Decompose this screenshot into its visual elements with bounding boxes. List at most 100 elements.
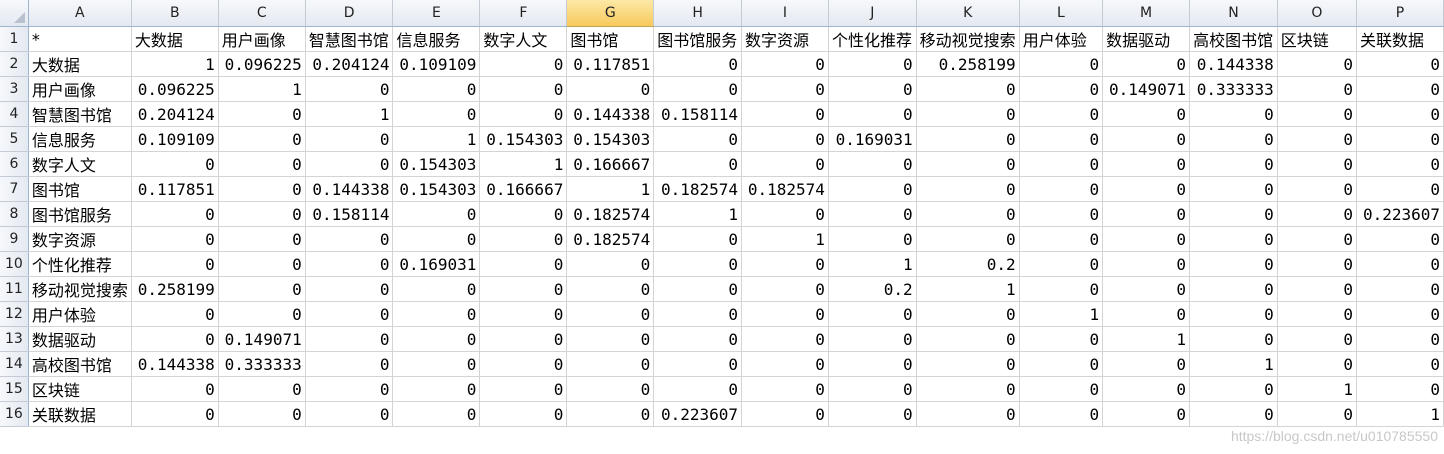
cell-e12[interactable]: 0 [392,301,481,327]
cell-b5[interactable]: 0.109109 [131,126,219,152]
cell-o10[interactable]: 0 [1277,251,1357,277]
cell-e2[interactable]: 0.109109 [392,51,481,77]
cell-d4[interactable]: 1 [305,101,394,127]
cell-m2[interactable]: 0 [1102,51,1191,77]
cell-i9[interactable]: 1 [741,226,829,252]
cell-d10[interactable]: 0 [305,251,394,277]
cell-k11[interactable]: 1 [916,276,1020,302]
cell-f4[interactable]: 0 [479,101,568,127]
cell-a8[interactable]: 图书馆服务 [28,201,132,227]
cell-n14[interactable]: 1 [1189,351,1278,377]
cell-l16[interactable]: 0 [1019,401,1104,427]
cell-k7[interactable]: 0 [916,176,1020,202]
column-header-h[interactable]: H [653,0,742,27]
cell-k16[interactable]: 0 [916,401,1020,427]
cell-j11[interactable]: 0.2 [828,276,917,302]
cell-o15[interactable]: 1 [1277,376,1357,402]
select-all-corner[interactable] [0,0,29,27]
cell-j7[interactable]: 0 [828,176,917,202]
cell-o6[interactable]: 0 [1277,151,1357,177]
cell-l11[interactable]: 0 [1019,276,1104,302]
cell-k13[interactable]: 0 [916,326,1020,352]
cell-m5[interactable]: 0 [1102,126,1191,152]
cell-c12[interactable]: 0 [218,301,306,327]
cell-c1[interactable]: 用户画像 [218,26,306,52]
cell-l1[interactable]: 用户体验 [1019,26,1104,52]
cell-n12[interactable]: 0 [1189,301,1278,327]
row-header-8[interactable]: 8 [0,201,29,227]
cell-d8[interactable]: 0.158114 [305,201,394,227]
cell-m3[interactable]: 0.149071 [1102,76,1191,102]
cell-a6[interactable]: 数字人文 [28,151,132,177]
row-header-11[interactable]: 11 [0,276,29,302]
cell-p7[interactable]: 0 [1356,176,1444,202]
cell-l7[interactable]: 0 [1019,176,1104,202]
cell-f6[interactable]: 1 [479,151,568,177]
cell-i15[interactable]: 0 [741,376,829,402]
cell-c16[interactable]: 0 [218,401,306,427]
cell-g13[interactable]: 0 [566,326,655,352]
cell-b2[interactable]: 1 [131,51,219,77]
cell-c13[interactable]: 0.149071 [218,326,306,352]
column-header-c[interactable]: C [218,0,306,27]
cell-o9[interactable]: 0 [1277,226,1357,252]
cell-f7[interactable]: 0.166667 [479,176,568,202]
cell-e7[interactable]: 0.154303 [392,176,481,202]
cell-j3[interactable]: 0 [828,76,917,102]
cell-j5[interactable]: 0.169031 [828,126,917,152]
cell-a2[interactable]: 大数据 [28,51,132,77]
cell-e8[interactable]: 0 [392,201,481,227]
cell-c10[interactable]: 0 [218,251,306,277]
cell-m16[interactable]: 0 [1102,401,1191,427]
cell-g5[interactable]: 0.154303 [566,126,655,152]
cell-p15[interactable]: 0 [1356,376,1444,402]
cell-g1[interactable]: 图书馆 [566,26,655,52]
row-header-14[interactable]: 14 [0,351,29,377]
cell-b10[interactable]: 0 [131,251,219,277]
cell-d12[interactable]: 0 [305,301,394,327]
row-header-2[interactable]: 2 [0,51,29,77]
cell-l12[interactable]: 1 [1019,301,1104,327]
cell-p10[interactable]: 0 [1356,251,1444,277]
cell-i6[interactable]: 0 [741,151,829,177]
cell-i2[interactable]: 0 [741,51,829,77]
cell-i14[interactable]: 0 [741,351,829,377]
cell-c4[interactable]: 0 [218,101,306,127]
cell-l8[interactable]: 0 [1019,201,1104,227]
cell-a14[interactable]: 高校图书馆 [28,351,132,377]
cell-i5[interactable]: 0 [741,126,829,152]
cell-g15[interactable]: 0 [566,376,655,402]
cell-i13[interactable]: 0 [741,326,829,352]
row-header-6[interactable]: 6 [0,151,29,177]
cell-c8[interactable]: 0 [218,201,306,227]
cell-m6[interactable]: 0 [1102,151,1191,177]
cell-b6[interactable]: 0 [131,151,219,177]
cell-b15[interactable]: 0 [131,376,219,402]
cell-f12[interactable]: 0 [479,301,568,327]
cell-h7[interactable]: 0.182574 [653,176,742,202]
cell-m12[interactable]: 0 [1102,301,1191,327]
cell-n2[interactable]: 0.144338 [1189,51,1278,77]
row-header-15[interactable]: 15 [0,376,29,402]
cell-n4[interactable]: 0 [1189,101,1278,127]
cell-p14[interactable]: 0 [1356,351,1444,377]
cell-h16[interactable]: 0.223607 [653,401,742,427]
cell-m11[interactable]: 0 [1102,276,1191,302]
cell-h8[interactable]: 1 [653,201,742,227]
row-header-9[interactable]: 9 [0,226,29,252]
cell-o14[interactable]: 0 [1277,351,1357,377]
cell-j12[interactable]: 0 [828,301,917,327]
cell-h10[interactable]: 0 [653,251,742,277]
cell-a3[interactable]: 用户画像 [28,76,132,102]
cell-p13[interactable]: 0 [1356,326,1444,352]
cell-f11[interactable]: 0 [479,276,568,302]
cell-k8[interactable]: 0 [916,201,1020,227]
cell-b16[interactable]: 0 [131,401,219,427]
cell-f5[interactable]: 0.154303 [479,126,568,152]
column-header-d[interactable]: D [305,0,394,27]
cell-h12[interactable]: 0 [653,301,742,327]
cell-i8[interactable]: 0 [741,201,829,227]
column-header-m[interactable]: M [1102,0,1191,27]
cell-n8[interactable]: 0 [1189,201,1278,227]
cell-m7[interactable]: 0 [1102,176,1191,202]
